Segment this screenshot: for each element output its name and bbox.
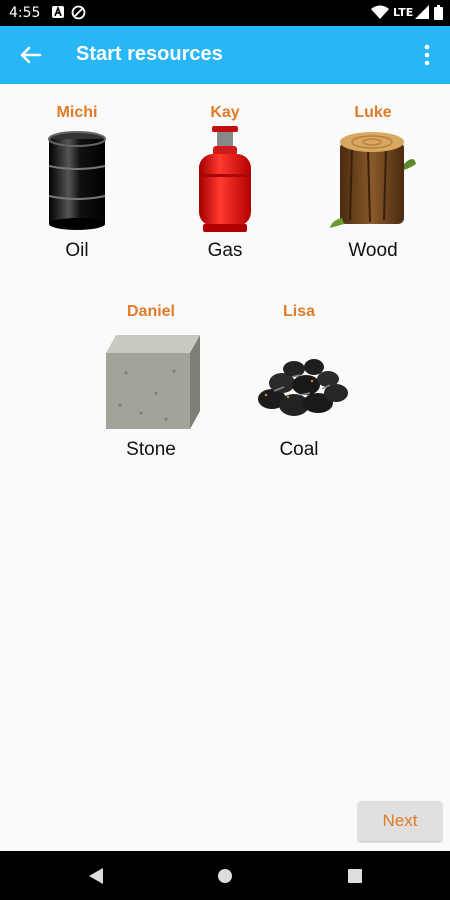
resource-label: Gas	[207, 240, 243, 261]
resource-owner: Kay	[210, 104, 240, 121]
resource-tile-oil[interactable]: Michi Oil	[2, 104, 152, 274]
system-nav-bar	[0, 851, 450, 900]
notification-a-icon	[51, 5, 65, 24]
nav-recents-icon[interactable]	[342, 863, 368, 889]
overflow-menu-button[interactable]	[412, 38, 442, 72]
battery-icon	[434, 5, 443, 25]
back-arrow-icon	[14, 46, 48, 76]
resource-label: Oil	[65, 240, 89, 261]
oil-barrel-icon	[22, 124, 132, 234]
more-vert-icon	[412, 44, 442, 76]
status-time: 4:55	[9, 5, 41, 21]
resource-owner: Luke	[354, 104, 392, 121]
signal-icon	[415, 5, 429, 24]
data-saver-icon	[71, 5, 86, 25]
resource-tile-coal[interactable]: Lisa Coal	[224, 303, 374, 473]
gas-cylinder-icon	[170, 124, 280, 234]
status-bar: 4:55 LTE	[0, 0, 450, 26]
resource-label: Wood	[348, 240, 398, 261]
resource-tile-gas[interactable]: Kay Gas	[150, 104, 300, 274]
nav-home-icon[interactable]	[212, 863, 238, 889]
resource-tile-stone[interactable]: Daniel Stone	[76, 303, 226, 473]
resource-label: Coal	[279, 439, 319, 460]
resource-owner: Lisa	[282, 303, 315, 320]
app-bar: Start resources	[0, 26, 450, 84]
network-type: LTE	[393, 6, 414, 19]
wifi-icon	[371, 5, 389, 25]
resource-owner: Daniel	[126, 303, 175, 320]
stone-block-icon	[96, 323, 206, 433]
back-button[interactable]	[14, 38, 48, 72]
page-title: Start resources	[76, 43, 223, 65]
resource-owner: Michi	[56, 104, 98, 121]
nav-back-icon[interactable]	[84, 863, 110, 889]
coal-pile-icon	[244, 323, 354, 433]
resource-label: Stone	[126, 439, 176, 460]
next-button[interactable]: Next	[358, 801, 442, 841]
wood-log-icon	[318, 124, 428, 234]
resource-tile-wood[interactable]: Luke Wood	[298, 104, 448, 274]
